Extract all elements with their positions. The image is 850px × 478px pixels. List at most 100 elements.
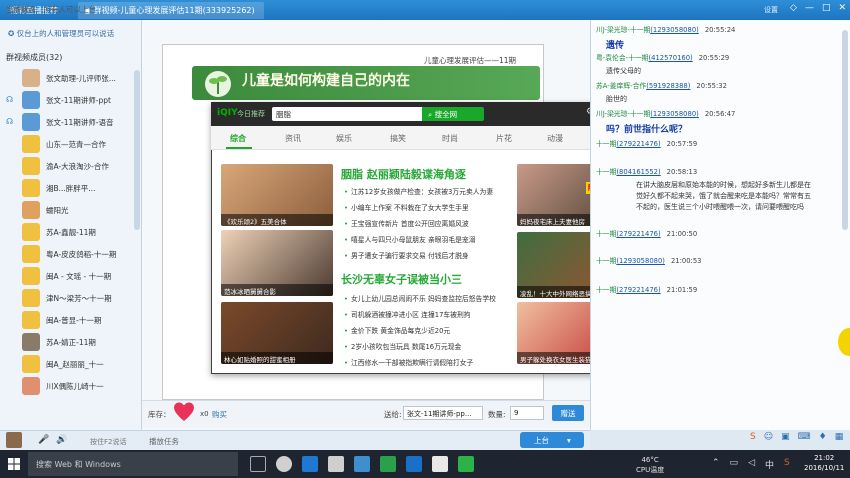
member-item[interactable]: 闽A - 文瑶 - 十一期: [0, 265, 138, 287]
mic-icon[interactable]: 🎤: [38, 435, 49, 445]
member-item[interactable]: 川X偶陈儿崎十一: [0, 375, 138, 397]
member-item[interactable]: ☊ 张文-11期讲师-语音: [0, 111, 138, 133]
skin-icon[interactable]: ◇: [790, 3, 797, 13]
maximize-icon[interactable]: □: [822, 3, 831, 13]
chat-sender[interactable]: 十一期: [596, 140, 616, 148]
news-link[interactable]: 男子遭女子骗行要求交易 付钱后才脱身: [344, 250, 469, 260]
volume-icon[interactable]: ◁: [748, 458, 755, 471]
give-gift-button[interactable]: 赠送: [552, 405, 584, 421]
chat-sender[interactable]: 川J-梁光琼-十一期: [596, 26, 650, 34]
news-link[interactable]: 王宝强宣传新片 首度公开回应离婚风波: [344, 218, 469, 228]
push-to-talk-button[interactable]: 按住F2说话: [90, 437, 126, 447]
chat-sender-id[interactable]: (1293058080): [616, 257, 665, 265]
edge-icon[interactable]: [302, 456, 318, 472]
iqiyi-taskbar-icon[interactable]: [458, 456, 474, 472]
chat-sender-id[interactable]: (804161552): [616, 168, 660, 176]
app-icon[interactable]: [432, 456, 448, 472]
taskbar-search-input[interactable]: 搜索 Web 和 Windows: [28, 452, 238, 476]
app-icon[interactable]: [380, 456, 396, 472]
chat-sender[interactable]: 川J-梁光琼-十一期: [596, 110, 650, 118]
chevron-down-icon[interactable]: ▾: [567, 436, 571, 445]
task-view-icon[interactable]: [250, 456, 266, 472]
network-icon[interactable]: ▭: [730, 458, 739, 471]
my-avatar[interactable]: [6, 432, 22, 448]
heart-icon[interactable]: [172, 400, 196, 424]
chevron-up-icon[interactable]: ⌃: [712, 458, 720, 471]
settings-link[interactable]: 设置: [764, 5, 778, 15]
search-web-button[interactable]: ⌕ 搜全网: [422, 107, 484, 121]
chat-sender[interactable]: 十一期: [596, 230, 616, 238]
recipient-select[interactable]: 张文-11期讲师-pp...: [403, 406, 483, 420]
popup-search-input[interactable]: 胭脂: [272, 107, 422, 121]
member-item[interactable]: 闽A-普显-十一期: [0, 309, 138, 331]
chat-sender-id[interactable]: (1293058080): [650, 26, 699, 34]
emoji-icon[interactable]: ☺: [764, 432, 773, 442]
close-icon[interactable]: ✕: [838, 3, 846, 13]
keyboard-icon[interactable]: ⌨: [798, 432, 811, 442]
chat-sender-id[interactable]: (279221476): [616, 140, 660, 148]
news-link[interactable]: 小编车上作案 不料栽在了女大学生手里: [344, 202, 469, 212]
nav-tab-0[interactable]: 综合: [230, 133, 246, 144]
member-item[interactable]: 闽A_赵丽丽_十一: [0, 353, 138, 375]
chat-sender-id[interactable]: (279221476): [616, 286, 660, 294]
chat-sender[interactable]: 粤-袁伦会-十一期: [596, 54, 648, 62]
tab-group-video[interactable]: ◉ 群视频-儿童心理发展评估11期(333925262): [78, 2, 264, 19]
news-link[interactable]: 司机躲酒被撞冲进小区 连撞17车被刑拘: [344, 309, 471, 319]
buy-link[interactable]: 购买: [212, 409, 227, 420]
nav-tab-3[interactable]: 搞笑: [390, 133, 406, 144]
app-icon[interactable]: [354, 456, 370, 472]
video-thumbnail[interactable]: 《欢乐颂2》五美合体: [221, 164, 333, 226]
news-link[interactable]: 金价下跌 黄金饰品每克少近20元: [344, 325, 450, 335]
nav-tab-1[interactable]: 资讯: [285, 133, 301, 144]
image-icon[interactable]: ▣: [781, 432, 790, 442]
chat-sender-id[interactable]: (279221476): [616, 230, 660, 238]
member-item[interactable]: 张文助理-儿评师张...: [0, 67, 138, 89]
play-task-button[interactable]: 播放任务: [149, 436, 179, 447]
chat-sender[interactable]: 十一期: [596, 168, 616, 176]
nav-tab-6[interactable]: 动漫: [547, 133, 563, 144]
member-item[interactable]: 粤A-皮皮鸽稻-十一期: [0, 243, 138, 265]
grid-icon[interactable]: ▦: [835, 432, 844, 442]
input-method-icon[interactable]: S: [750, 432, 756, 442]
store-icon[interactable]: [328, 456, 344, 472]
member-item[interactable]: 苏A-婧正-11期: [0, 331, 138, 353]
member-item[interactable]: 蠕阳光: [0, 199, 138, 221]
news-link[interactable]: 江西修水一干部被指欺瞒行请假陪打女子: [344, 357, 473, 367]
member-scrollbar[interactable]: [134, 70, 140, 230]
member-item[interactable]: 苏A-鑫靓-11期: [0, 221, 138, 243]
on-stage-button[interactable]: 上台 ▾: [520, 432, 584, 448]
video-thumbnail[interactable]: 范冰冰晒舅舅合影: [221, 230, 333, 296]
member-item[interactable]: 湘B...胖胖平...: [0, 177, 138, 199]
nav-tab-2[interactable]: 娱乐: [336, 133, 352, 144]
nav-tab-4[interactable]: 时尚: [442, 133, 458, 144]
chat-sender-id[interactable]: (412570160): [648, 54, 692, 62]
chat-scrollbar[interactable]: [842, 30, 848, 230]
minimize-icon[interactable]: —: [805, 3, 814, 13]
member-item[interactable]: ☊ 张文-11期讲师-ppt: [0, 89, 138, 111]
news-link[interactable]: 嘻星人与四只小母鼠朋友 亲眼羽毛是宠溺: [344, 234, 476, 244]
news-link[interactable]: 江苏12岁女孩做产检查：女孩被3万元卖人为妻: [344, 186, 493, 196]
chat-sender[interactable]: 十一期: [596, 257, 616, 265]
headline-link[interactable]: 胭脂 赵丽颖陆毅谍海角逐: [341, 166, 466, 182]
windows-start-icon[interactable]: [8, 458, 20, 470]
app-icon[interactable]: [406, 456, 422, 472]
headline-link[interactable]: 长沙无辜女子误被当小三: [341, 271, 462, 287]
nav-tab-5[interactable]: 片花: [496, 133, 512, 144]
fan-app-icon[interactable]: [276, 456, 292, 472]
chat-sender[interactable]: 十一期: [596, 286, 616, 294]
app-tray-icon[interactable]: S: [784, 458, 790, 471]
member-item[interactable]: 津N～梁芳～十一期: [0, 287, 138, 309]
chat-sender[interactable]: 苏A-姜庠辉-合作: [596, 82, 646, 90]
chat-sender-id[interactable]: (591928388): [646, 82, 690, 90]
video-thumbnail[interactable]: 林心如贴婚照的甜蜜相册: [221, 302, 333, 364]
member-item[interactable]: 渝A-大浪淘沙-合作: [0, 155, 138, 177]
system-clock[interactable]: 21:02 2016/10/11: [804, 453, 844, 473]
member-item[interactable]: 山东—范青—合作: [0, 133, 138, 155]
speaker-icon[interactable]: 🔊: [56, 435, 67, 445]
shirt-icon[interactable]: ♦: [819, 432, 827, 442]
chat-sender-id[interactable]: (1293058080): [650, 110, 699, 118]
news-link[interactable]: 2岁小孩吹包当玩具 数尾16万元现金: [344, 341, 461, 351]
quantity-select[interactable]: 9: [510, 406, 544, 420]
ime-icon[interactable]: 中: [765, 458, 774, 471]
news-link[interactable]: 女儿上幼儿园总闹闹不乐 妈妈查监控后怒告学校: [344, 293, 496, 303]
